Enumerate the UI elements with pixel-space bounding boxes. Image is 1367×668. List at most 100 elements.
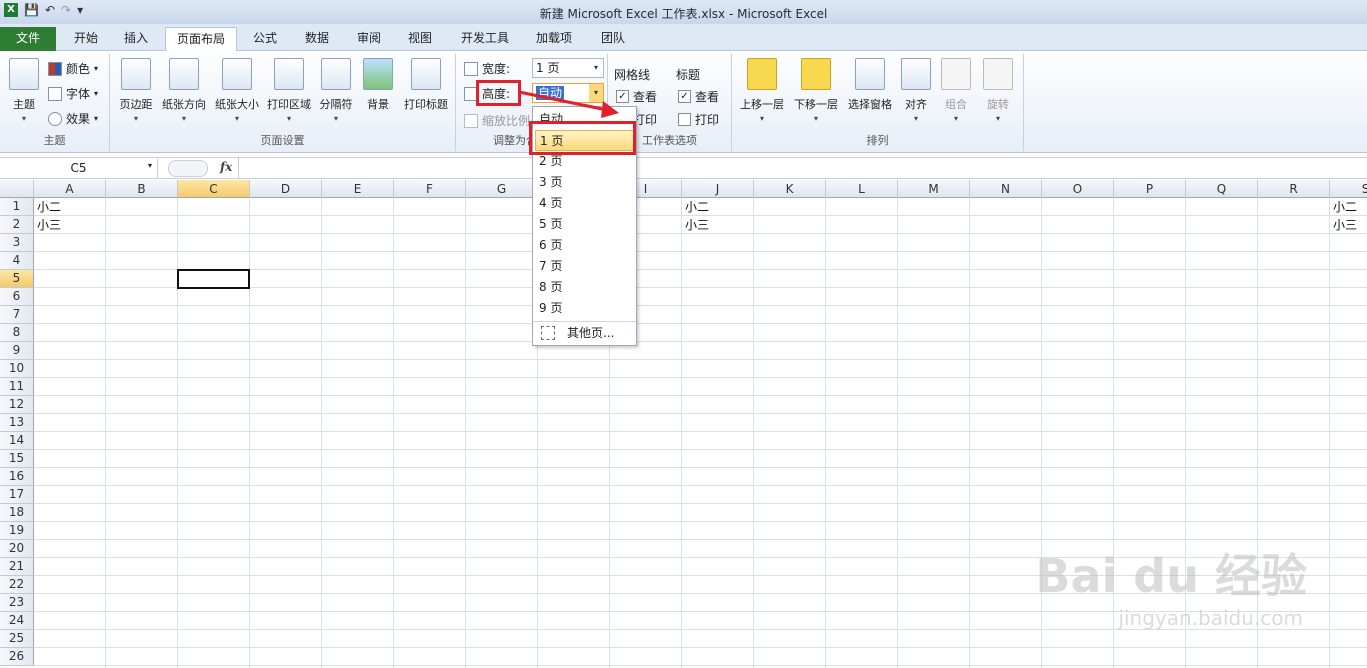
width-select[interactable]: 1 页 ▾ [532,58,604,78]
row-header-15[interactable]: 15 [0,450,34,468]
size-button[interactable]: 纸张大小 ▾ [211,58,263,123]
row-header-26[interactable]: 26 [0,648,34,666]
cell-j1[interactable]: 小二 [682,198,754,216]
row-gridline [34,251,1367,252]
dropdown-item-8-pages[interactable]: 8 页 [535,277,634,298]
column-header-n[interactable]: N [970,180,1042,198]
group-label-page-setup: 页面设置 [260,134,305,147]
bring-forward-button[interactable]: 上移一层 ▾ [736,58,788,123]
column-header-e[interactable]: E [322,180,394,198]
dropdown-item-3-pages[interactable]: 3 页 [535,172,634,193]
chevron-down-icon: ▾ [953,114,958,123]
column-header-p[interactable]: P [1114,180,1186,198]
row-header-3[interactable]: 3 [0,234,34,252]
dropdown-item-9-pages[interactable]: 9 页 [535,298,634,319]
tab-view[interactable]: 视图 [400,27,440,51]
fonts-button[interactable]: 字体 ▾ [48,85,98,102]
dropdown-item-5-pages[interactable]: 5 页 [535,214,634,235]
headings-view-checkbox[interactable]: ✓ 查看 [678,88,719,105]
row-header-10[interactable]: 10 [0,360,34,378]
headings-print-checkbox[interactable]: 打印 [678,111,719,128]
row-header-13[interactable]: 13 [0,414,34,432]
row-header-7[interactable]: 7 [0,306,34,324]
rotate-button[interactable]: 旋转 ▾ [980,58,1016,123]
column-header-f[interactable]: F [394,180,466,198]
dropdown-item-6-pages[interactable]: 6 页 [535,235,634,256]
row-header-8[interactable]: 8 [0,324,34,342]
themes-button[interactable]: 主题 ▾ [6,58,42,123]
tab-home[interactable]: 开始 [66,27,106,51]
margins-button[interactable]: 页边距 ▾ [114,58,158,123]
column-header-q[interactable]: Q [1186,180,1258,198]
row-header-19[interactable]: 19 [0,522,34,540]
row-header-14[interactable]: 14 [0,432,34,450]
row-header-12[interactable]: 12 [0,396,34,414]
row-header-1[interactable]: 1 [0,198,34,216]
selection-pane-button[interactable]: 选择窗格 [844,58,896,112]
cell-s2[interactable]: 小三 [1330,216,1367,234]
tab-insert[interactable]: 插入 [116,27,156,51]
row-header-25[interactable]: 25 [0,630,34,648]
row-header-21[interactable]: 21 [0,558,34,576]
column-header-c[interactable]: C [178,180,250,198]
tab-developer[interactable]: 开发工具 [453,27,517,51]
tab-team[interactable]: 团队 [593,27,633,51]
tab-file[interactable]: 文件 [0,27,56,51]
cell-a2[interactable]: 小三 [34,216,106,234]
tab-addins[interactable]: 加载项 [528,27,580,51]
row-header-6[interactable]: 6 [0,288,34,306]
column-header-b[interactable]: B [106,180,178,198]
row-header-18[interactable]: 18 [0,504,34,522]
effects-button[interactable]: 效果 ▾ [48,110,98,127]
chevron-down-icon[interactable]: ▾ [148,161,152,170]
column-header-s[interactable]: S [1330,180,1367,198]
row-header-9[interactable]: 9 [0,342,34,360]
row-header-17[interactable]: 17 [0,486,34,504]
column-header-j[interactable]: J [682,180,754,198]
row-header-2[interactable]: 2 [0,216,34,234]
row-header-22[interactable]: 22 [0,576,34,594]
column-header-g[interactable]: G [466,180,538,198]
cell-j2[interactable]: 小三 [682,216,754,234]
column-header-o[interactable]: O [1042,180,1114,198]
row-header-11[interactable]: 11 [0,378,34,396]
align-button[interactable]: 对齐 ▾ [898,58,934,123]
name-box[interactable]: C5 [0,159,158,178]
cell-s1[interactable]: 小二 [1330,198,1367,216]
print-area-button[interactable]: 打印区域 ▾ [263,58,315,123]
group-themes: 主题 ▾ 颜色 ▾ 字体 ▾ 效果 ▾ 主题 [0,54,110,151]
column-header-m[interactable]: M [898,180,970,198]
breaks-button[interactable]: 分隔符 ▾ [316,58,356,123]
row-header-23[interactable]: 23 [0,594,34,612]
row-header-16[interactable]: 16 [0,468,34,486]
colors-button[interactable]: 颜色 ▾ [48,60,98,77]
column-header-r[interactable]: R [1258,180,1330,198]
column-header-a[interactable]: A [34,180,106,198]
row-header-5[interactable]: 5 [0,270,34,288]
group-button[interactable]: 组合 ▾ [938,58,974,123]
tab-data[interactable]: 数据 [297,27,337,51]
insert-function-icon[interactable]: fx [220,160,232,174]
row-header-4[interactable]: 4 [0,252,34,270]
cell-a1[interactable]: 小二 [34,198,106,216]
dropdown-item-7-pages[interactable]: 7 页 [535,256,634,277]
formula-input[interactable] [238,158,1367,178]
active-cell-c5[interactable] [177,269,250,289]
column-header-k[interactable]: K [754,180,826,198]
select-all-corner[interactable] [0,180,34,198]
tab-formulas[interactable]: 公式 [245,27,285,51]
column-header-d[interactable]: D [250,180,322,198]
background-button[interactable]: 背景 [360,58,396,112]
tab-review[interactable]: 审阅 [349,27,389,51]
send-backward-button[interactable]: 下移一层 ▾ [790,58,842,123]
dropdown-item-4-pages[interactable]: 4 页 [535,193,634,214]
row-header-20[interactable]: 20 [0,540,34,558]
dropdown-item-more-pages[interactable]: 其他页... [535,323,634,344]
align-icon [901,58,931,90]
row-header-24[interactable]: 24 [0,612,34,630]
orientation-button[interactable]: 纸张方向 ▾ [158,58,210,123]
print-titles-button[interactable]: 打印标题 [400,58,452,112]
tab-page-layout[interactable]: 页面布局 [165,27,237,52]
column-header-l[interactable]: L [826,180,898,198]
print-titles-icon [411,58,441,90]
